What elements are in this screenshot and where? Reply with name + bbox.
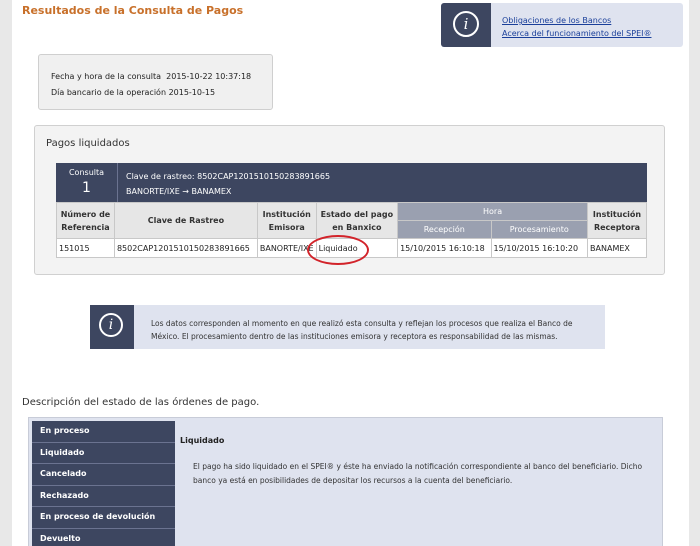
query-date-value: 2015-10-22 10:37:18: [166, 72, 252, 81]
status-item-rechazado[interactable]: Rechazado: [32, 486, 175, 507]
info-icon-wrap: i: [441, 3, 491, 47]
info-icon: i: [99, 313, 123, 337]
bank-day-line: Día bancario de la operación 2015-10-15: [51, 85, 272, 101]
cell-recepcion: 15/10/2015 16:10:18: [397, 238, 492, 258]
clave-rastreo-line: Clave de rastreo: 8502CAP120151015028389…: [126, 172, 331, 181]
detail-text: El pago ha sido liquidado en el SPEI® y …: [193, 462, 643, 485]
note-box: i Los datos corresponden al momento en q…: [90, 305, 605, 349]
col-hora-header: Hora: [397, 202, 589, 221]
acerca-spei-link[interactable]: Acerca del funcionamiento del SPEI®: [502, 27, 651, 40]
query-info-box: Fecha y hora de la consulta 2015-10-22 1…: [38, 54, 273, 110]
status-item-cancelado[interactable]: Cancelado: [32, 464, 175, 486]
col-recepcion-header: Recepción: [397, 220, 492, 239]
status-item-en-proceso[interactable]: En proceso: [32, 421, 175, 443]
detail-title: Liquidado: [180, 436, 225, 445]
description-panel: En proceso Liquidado Cancelado Rechazado…: [28, 417, 663, 546]
consulta-label: Consulta: [68, 168, 105, 177]
bank-day-label: Día bancario de la operación: [51, 88, 167, 97]
info-links-box: i Obligaciones de los Bancos Acerca del …: [441, 3, 683, 47]
note-icon-wrap: i: [90, 305, 134, 349]
col-procesamiento-header: Procesamiento: [490, 220, 589, 239]
status-item-en-proceso-devolucion[interactable]: En proceso de devolución: [32, 507, 175, 529]
query-date-label: Fecha y hora de la consulta: [51, 72, 162, 81]
consulta-number: 1: [82, 180, 91, 196]
highlight-circle: [307, 235, 369, 265]
page: Resultados de la Consulta de Pagos i Obl…: [12, 0, 689, 546]
col-emisora-header: Institución Emisora: [256, 202, 317, 239]
status-item-devuelto[interactable]: Devuelto: [32, 529, 175, 546]
consulta-number-cell: Consulta 1: [56, 163, 118, 202]
route-line: BANORTE/IXE → BANAMEX: [126, 187, 232, 196]
obligaciones-link[interactable]: Obligaciones de los Bancos: [502, 14, 651, 27]
cell-receptora: BANAMEX: [587, 238, 647, 258]
col-receptora-header: Institución Receptora: [587, 202, 647, 239]
cell-clave: 8502CAP1201510150283891665: [113, 238, 258, 258]
status-menu: En proceso Liquidado Cancelado Rechazado…: [32, 421, 175, 546]
consulta-header: Consulta 1 Clave de rastreo: 8502CAP1201…: [56, 163, 647, 202]
page-title: Resultados de la Consulta de Pagos: [22, 4, 244, 17]
consulta-info: Clave de rastreo: 8502CAP120151015028389…: [126, 169, 330, 199]
col-ref-header: Número de Referencia: [56, 202, 115, 239]
pagos-liquidados-box: Pagos liquidados Consulta 1 Clave de ras…: [34, 125, 665, 275]
cell-procesamiento: 15/10/2015 16:10:20: [490, 238, 589, 258]
status-item-liquidado[interactable]: Liquidado: [32, 443, 175, 464]
note-text: Los datos corresponden al momento en que…: [151, 319, 573, 341]
bank-day-value: 2015-10-15: [168, 88, 216, 97]
info-links: Obligaciones de los Bancos Acerca del fu…: [502, 14, 651, 40]
col-estado-header: Estado del pago en Banxico: [315, 202, 399, 239]
pagos-section-title: Pagos liquidados: [46, 138, 130, 149]
info-icon: i: [453, 11, 479, 37]
col-clave-header: Clave de Rastreo: [113, 202, 258, 239]
cell-ref: 151015: [56, 238, 115, 258]
description-title: Descripción del estado de las órdenes de…: [22, 397, 260, 408]
query-date-line: Fecha y hora de la consulta 2015-10-22 1…: [51, 69, 272, 85]
